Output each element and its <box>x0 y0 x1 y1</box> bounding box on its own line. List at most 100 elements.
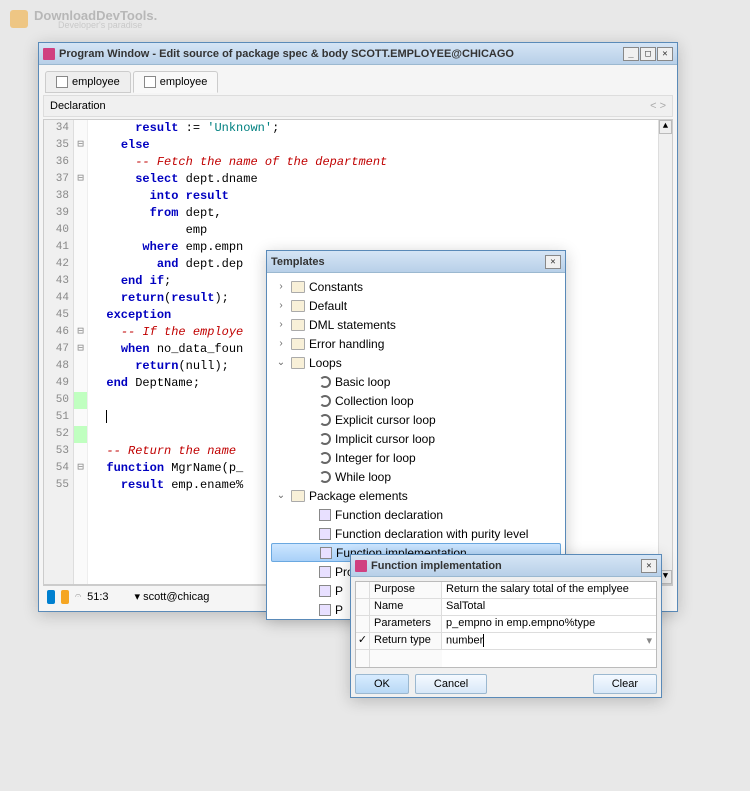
minimize-button[interactable]: _ <box>623 47 639 61</box>
template-label: Explicit cursor loop <box>335 413 436 427</box>
pkg-icon <box>319 566 331 578</box>
cancel-button[interactable]: Cancel <box>415 674 487 694</box>
template-item[interactable]: Function declaration <box>271 505 561 524</box>
page-watermark: DownloadDevTools. Developer's paradise <box>10 8 157 30</box>
template-item[interactable]: › Error handling <box>271 334 561 353</box>
template-label: DML statements <box>309 318 396 332</box>
template-label: Error handling <box>309 337 384 351</box>
folder-icon <box>291 300 305 312</box>
cursor-position: 51:3 <box>87 591 108 603</box>
row-check[interactable] <box>356 582 370 598</box>
folder-icon <box>291 319 305 331</box>
template-item[interactable]: Collection loop <box>271 391 561 410</box>
program-window-icon <box>43 48 55 60</box>
program-window-titlebar[interactable]: Program Window - Edit source of package … <box>39 43 677 65</box>
watermark-icon <box>10 10 28 28</box>
templates-titlebar[interactable]: Templates ✕ <box>267 251 565 273</box>
maximize-button[interactable]: □ <box>640 47 656 61</box>
form-row[interactable]: NameSalTotal <box>356 599 656 616</box>
tree-toggle-icon[interactable]: › <box>275 300 287 311</box>
loop-icon <box>319 395 331 407</box>
template-label: Package elements <box>309 489 408 503</box>
form-row[interactable]: PurposeReturn the salary total of the em… <box>356 582 656 599</box>
folder-icon <box>291 490 305 502</box>
editor-scrollbar[interactable]: ▲ ▼ <box>658 120 672 584</box>
package-spec-icon <box>56 76 68 88</box>
dialog-close-button[interactable]: ✕ <box>641 559 657 573</box>
form-row[interactable]: ✓Return typenumber▾ <box>356 633 656 650</box>
pkg-icon <box>319 528 331 540</box>
declaration-bar[interactable]: Declaration < > <box>43 95 673 117</box>
tree-toggle-icon[interactable]: › <box>275 338 287 349</box>
template-label: Integer for loop <box>335 451 416 465</box>
tree-toggle-icon[interactable]: ⌄ <box>275 490 287 501</box>
dialog-title: Function implementation <box>371 560 641 572</box>
dialog-icon <box>355 560 367 572</box>
dialog-titlebar[interactable]: Function implementation ✕ <box>351 555 661 577</box>
folder-icon <box>291 281 305 293</box>
tree-toggle-icon[interactable]: › <box>275 281 287 292</box>
field-value[interactable]: number▾ <box>442 633 656 649</box>
template-item[interactable]: Basic loop <box>271 372 561 391</box>
template-item[interactable]: Implicit cursor loop <box>271 429 561 448</box>
program-window-title: Program Window - Edit source of package … <box>59 48 623 60</box>
template-label: Basic loop <box>335 375 390 389</box>
dialog-form[interactable]: PurposeReturn the salary total of the em… <box>355 581 657 668</box>
pkg-icon <box>319 585 331 597</box>
template-label: Function declaration <box>335 508 443 522</box>
tab-employee-body[interactable]: employee <box>133 71 219 93</box>
template-label: Loops <box>309 356 342 370</box>
field-value[interactable]: SalTotal <box>442 599 656 615</box>
line-gutter: 3435363738394041424344454647484950515253… <box>44 120 74 584</box>
pkg-icon <box>320 547 332 559</box>
status-indicator-2 <box>61 590 69 604</box>
row-check[interactable] <box>356 616 370 632</box>
package-body-icon <box>144 76 156 88</box>
template-label: P <box>335 584 343 598</box>
template-item[interactable]: Function declaration with purity level <box>271 524 561 543</box>
template-item[interactable]: › DML statements <box>271 315 561 334</box>
connection-label[interactable]: scott@chicag <box>143 591 209 603</box>
ok-button[interactable]: OK <box>355 674 409 694</box>
template-label: Collection loop <box>335 394 414 408</box>
field-value[interactable]: p_empno in emp.empno%type <box>442 616 656 632</box>
field-value[interactable]: Return the salary total of the emplyee <box>442 582 656 598</box>
template-item[interactable]: › Default <box>271 296 561 315</box>
close-button[interactable]: ✕ <box>657 47 673 61</box>
templates-close-button[interactable]: ✕ <box>545 255 561 269</box>
tab-employee-spec[interactable]: employee <box>45 71 131 93</box>
pkg-icon <box>319 509 331 521</box>
fold-gutter[interactable]: ⊟⊟⊟⊟⊟ <box>74 120 88 584</box>
row-check[interactable]: ✓ <box>356 633 370 649</box>
field-label: Return type <box>370 633 442 649</box>
loop-icon <box>319 433 331 445</box>
template-label: While loop <box>335 470 391 484</box>
row-check[interactable] <box>356 599 370 615</box>
tree-toggle-icon[interactable]: › <box>275 319 287 330</box>
declaration-nav[interactable]: < > <box>650 100 666 112</box>
clear-button[interactable]: Clear <box>593 674 657 694</box>
loop-icon <box>319 471 331 483</box>
editor-tabs: employee employee <box>43 69 673 93</box>
status-indicator-1 <box>47 590 55 604</box>
template-label: Constants <box>309 280 363 294</box>
template-item[interactable]: ⌄ Package elements <box>271 486 561 505</box>
template-item[interactable]: While loop <box>271 467 561 486</box>
function-implementation-dialog: Function implementation ✕ PurposeReturn … <box>350 554 662 698</box>
pkg-icon <box>319 604 331 616</box>
scroll-up-button[interactable]: ▲ <box>659 120 672 134</box>
template-label: Implicit cursor loop <box>335 432 435 446</box>
template-label: Default <box>309 299 347 313</box>
field-label: Parameters <box>370 616 442 632</box>
loop-icon <box>319 414 331 426</box>
template-item[interactable]: › Constants <box>271 277 561 296</box>
template-item[interactable]: Explicit cursor loop <box>271 410 561 429</box>
tree-toggle-icon[interactable]: ⌄ <box>275 357 287 368</box>
template-item[interactable]: ⌄ Loops <box>271 353 561 372</box>
template-label: Function declaration with purity level <box>335 527 528 541</box>
templates-title: Templates <box>271 256 545 268</box>
folder-icon <box>291 338 305 350</box>
form-row[interactable]: Parametersp_empno in emp.empno%type <box>356 616 656 633</box>
template-item[interactable]: Integer for loop <box>271 448 561 467</box>
template-label: P <box>335 603 343 617</box>
